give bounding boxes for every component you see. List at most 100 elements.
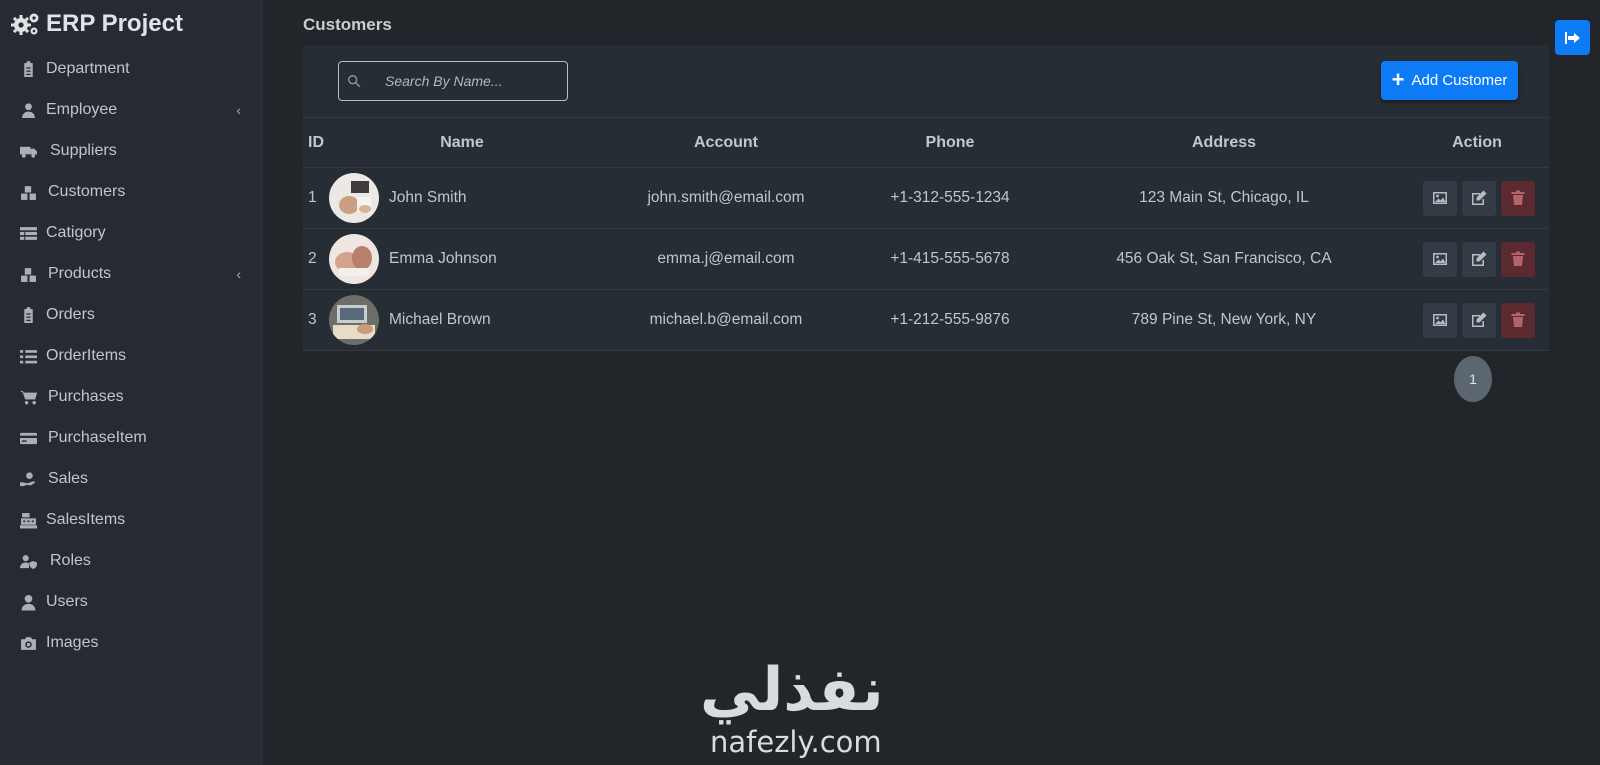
- sidebar-item-employee[interactable]: Employee ‹: [18, 96, 241, 124]
- sidebar-item-customers[interactable]: Customers: [18, 178, 241, 206]
- sidebar-item-label: Customers: [48, 183, 126, 200]
- chevron-left-icon[interactable]: ‹: [236, 102, 241, 118]
- sidebar-item-label: Orders: [46, 306, 95, 323]
- avatar: [329, 173, 379, 223]
- header-action: Action: [1405, 117, 1549, 168]
- trash-icon: [1511, 251, 1525, 266]
- cell-name: Michael Brown: [329, 289, 595, 351]
- avatar: [329, 295, 379, 345]
- customer-name: John Smith: [389, 189, 467, 206]
- delete-button[interactable]: [1501, 180, 1535, 216]
- edit-icon: [1472, 190, 1487, 205]
- cell-name: John Smith: [329, 167, 595, 229]
- sidebar-item-products[interactable]: Products ‹: [18, 260, 241, 288]
- image-icon: [1433, 314, 1447, 326]
- add-customer-button[interactable]: + Add Customer: [1381, 61, 1518, 100]
- trash-icon: [1511, 312, 1525, 327]
- edit-button[interactable]: [1462, 180, 1496, 216]
- app-title: ERP Project: [46, 10, 183, 37]
- boxes-icon: [18, 265, 38, 283]
- header-phone[interactable]: Phone: [857, 117, 1043, 168]
- brand[interactable]: ERP Project: [0, 0, 261, 48]
- sidebar-item-sales[interactable]: Sales: [18, 465, 241, 493]
- sidebar-item-orderitems[interactable]: OrderItems: [18, 342, 241, 370]
- header-account[interactable]: Account: [595, 117, 857, 168]
- delete-button[interactable]: [1501, 302, 1535, 338]
- sidebar-item-department[interactable]: Department: [18, 55, 241, 83]
- plus-icon: +: [1391, 66, 1405, 92]
- search-input[interactable]: [385, 73, 555, 89]
- sidebar-item-users[interactable]: Users: [18, 588, 241, 616]
- header-id[interactable]: ID: [303, 117, 329, 168]
- image-button[interactable]: [1423, 180, 1457, 216]
- watermark-latin: nafezly.com: [710, 725, 882, 759]
- table-header-row: ID Name Account Phone Address Action: [303, 117, 1549, 168]
- sidebar-item-label: Employee: [46, 101, 118, 118]
- search-icon: [348, 75, 361, 88]
- user-shield-icon: [18, 552, 38, 570]
- gears-icon: [11, 13, 39, 35]
- image-icon: [1433, 192, 1447, 204]
- sidebar-item-purchases[interactable]: Purchases: [18, 383, 241, 411]
- sidebar-item-salesitems[interactable]: SalesItems: [18, 506, 241, 534]
- header-name[interactable]: Name: [329, 117, 595, 168]
- customers-card: + Add Customer ID Name Account Phone Add…: [303, 45, 1549, 351]
- image-button[interactable]: [1423, 302, 1457, 338]
- edit-button[interactable]: [1462, 241, 1496, 277]
- clipboard-icon: [18, 60, 38, 78]
- customers-table: ID Name Account Phone Address Action 1 J…: [303, 117, 1549, 351]
- cart-icon: [18, 388, 38, 406]
- edit-button[interactable]: [1462, 302, 1496, 338]
- row-actions: [1405, 302, 1549, 338]
- clipboard-icon: [18, 306, 38, 324]
- avatar: [329, 234, 379, 284]
- cell-address: 456 Oak St, San Francisco, CA: [1043, 228, 1405, 290]
- cell-actions: [1405, 167, 1549, 229]
- hand-dollar-icon: [18, 470, 38, 488]
- cell-address: 789 Pine St, New York, NY: [1043, 289, 1405, 351]
- sidebar-item-label: Roles: [50, 552, 91, 569]
- watermark-arabic: نفذلي: [700, 655, 884, 725]
- logout-button[interactable]: [1555, 20, 1590, 55]
- cell-phone: +1-312-555-1234: [857, 167, 1043, 229]
- name-wrap: Emma Johnson: [329, 234, 595, 284]
- sidebar-item-label: SalesItems: [46, 511, 126, 528]
- cell-phone: +1-212-555-9876: [857, 289, 1043, 351]
- sidebar-item-label: Products: [48, 265, 112, 282]
- list-icon: [18, 347, 38, 365]
- table-row[interactable]: 1 John Smith john.smith@email.com +1-312…: [303, 167, 1549, 229]
- edit-icon: [1472, 312, 1487, 327]
- cell-phone: +1-415-555-5678: [857, 228, 1043, 290]
- delete-button[interactable]: [1501, 241, 1535, 277]
- cell-actions: [1405, 228, 1549, 290]
- chevron-left-icon[interactable]: ‹: [236, 266, 241, 282]
- sidebar-item-suppliers[interactable]: Suppliers: [18, 137, 241, 165]
- image-icon: [1433, 253, 1447, 265]
- cell-id: 2: [303, 228, 329, 290]
- customer-name: Michael Brown: [389, 311, 491, 328]
- cell-address: 123 Main St, Chicago, IL: [1043, 167, 1405, 229]
- boxes-icon: [18, 183, 38, 201]
- sidebar-item-purchaseitem[interactable]: PurchaseItem: [18, 424, 241, 452]
- credit-card-icon: [18, 429, 38, 447]
- page-title: Customers: [303, 15, 392, 34]
- sidebar-item-label: Purchases: [48, 388, 124, 405]
- table-icon: [18, 224, 38, 242]
- pagination-page-1[interactable]: 1: [1454, 356, 1492, 402]
- table-row[interactable]: 2 Emma Johnson emma.j@email.com +1-415-5…: [303, 228, 1549, 290]
- cell-name: Emma Johnson: [329, 228, 595, 290]
- name-wrap: John Smith: [329, 173, 595, 223]
- sidebar-item-images[interactable]: Images: [18, 629, 241, 657]
- search-box: [338, 61, 568, 101]
- sign-out-icon: [1564, 31, 1580, 44]
- image-button[interactable]: [1423, 241, 1457, 277]
- sidebar-item-catigory[interactable]: Catigory: [18, 219, 241, 247]
- header-address[interactable]: Address: [1043, 117, 1405, 168]
- cell-account: emma.j@email.com: [595, 228, 857, 290]
- sidebar-item-orders[interactable]: Orders: [18, 301, 241, 329]
- table-row[interactable]: 3 Michael Brown michael.b@email.com +1-2…: [303, 289, 1549, 351]
- sidebar-item-roles[interactable]: Roles: [18, 547, 241, 575]
- sidebar: ERP Project Department Employee ‹ Suppli…: [0, 0, 262, 765]
- row-actions: [1405, 180, 1549, 216]
- cell-account: michael.b@email.com: [595, 289, 857, 351]
